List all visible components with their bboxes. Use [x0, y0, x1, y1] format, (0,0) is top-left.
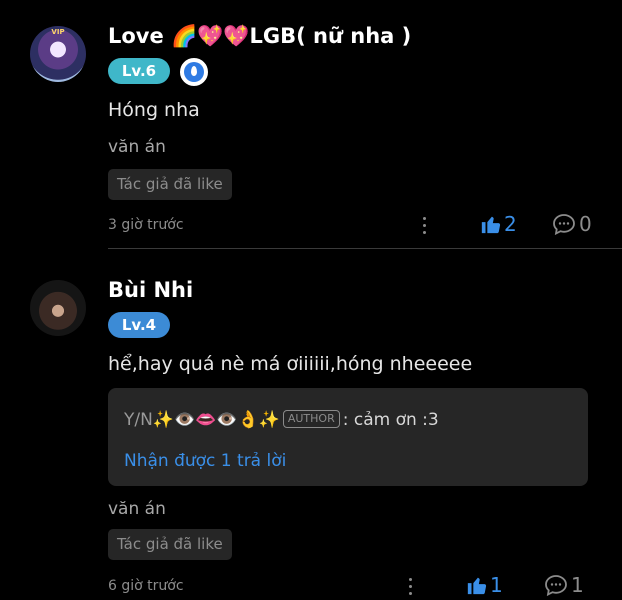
- reply-author-name: Y/N✨👁️👄👁️👌✨: [124, 410, 280, 430]
- reply-button[interactable]: 0: [552, 212, 592, 238]
- like-count: 1: [490, 573, 503, 597]
- author-tag: AUTHOR: [282, 410, 340, 428]
- chapter-tag[interactable]: văn án: [108, 137, 166, 157]
- like-count: 2: [504, 212, 517, 236]
- level-badge: Lv.4: [108, 312, 170, 338]
- comment-author-name[interactable]: Love 🌈💖💖LGB( nữ nha ): [108, 24, 411, 49]
- more-options-icon[interactable]: [407, 578, 413, 598]
- view-replies-link[interactable]: Nhận được 1 trả lời: [124, 451, 286, 471]
- reply-count: 0: [579, 212, 592, 236]
- like-button[interactable]: 2: [480, 212, 517, 238]
- like-button[interactable]: 1: [466, 573, 503, 599]
- thumbs-up-icon: [481, 216, 501, 234]
- comment-bubble-icon: [545, 575, 567, 597]
- author-liked-badge: Tác giả đã like: [108, 529, 232, 560]
- avatar[interactable]: VIP: [30, 26, 86, 82]
- comment-item: Bùi Nhi Lv.4 hể,hay quá nè má ơiiiiii,hó…: [0, 250, 622, 600]
- comment-time: 6 giờ trước: [108, 578, 184, 594]
- thumbs-up-icon: [467, 577, 487, 595]
- reply-preview[interactable]: Y/N✨👁️👄👁️👌✨ AUTHOR: cảm ơn :3 Nhận được 1…: [108, 388, 588, 486]
- comment-bubble-icon: [553, 214, 575, 236]
- comment-text: hể,hay quá nè má ơiiiiii,hóng nheeeee: [108, 353, 473, 375]
- author-liked-badge: Tác giả đã like: [108, 169, 232, 200]
- comments-page: VIP Love 🌈💖💖LGB( nữ nha ) Lv.6 Hóng nha …: [0, 0, 622, 600]
- avatar[interactable]: [30, 280, 86, 336]
- comment-text: Hóng nha: [108, 99, 200, 121]
- reply-text: : cảm ơn :3: [342, 410, 439, 430]
- chapter-tag[interactable]: văn án: [108, 499, 166, 519]
- reply-count: 1: [571, 573, 584, 597]
- level-badge: Lv.6: [108, 58, 170, 84]
- comment-time: 3 giờ trước: [108, 217, 184, 233]
- comment-item: VIP Love 🌈💖💖LGB( nữ nha ) Lv.6 Hóng nha …: [0, 0, 622, 249]
- avatar-badge: VIP: [51, 28, 65, 36]
- more-options-icon[interactable]: [421, 217, 427, 237]
- reply-button[interactable]: 1: [544, 573, 584, 599]
- comment-author-name[interactable]: Bùi Nhi: [108, 278, 193, 302]
- vip-droplet-icon: [180, 58, 208, 86]
- reply-preview-line: Y/N✨👁️👄👁️👌✨ AUTHOR: cảm ơn :3: [124, 410, 439, 430]
- divider: [108, 248, 622, 249]
